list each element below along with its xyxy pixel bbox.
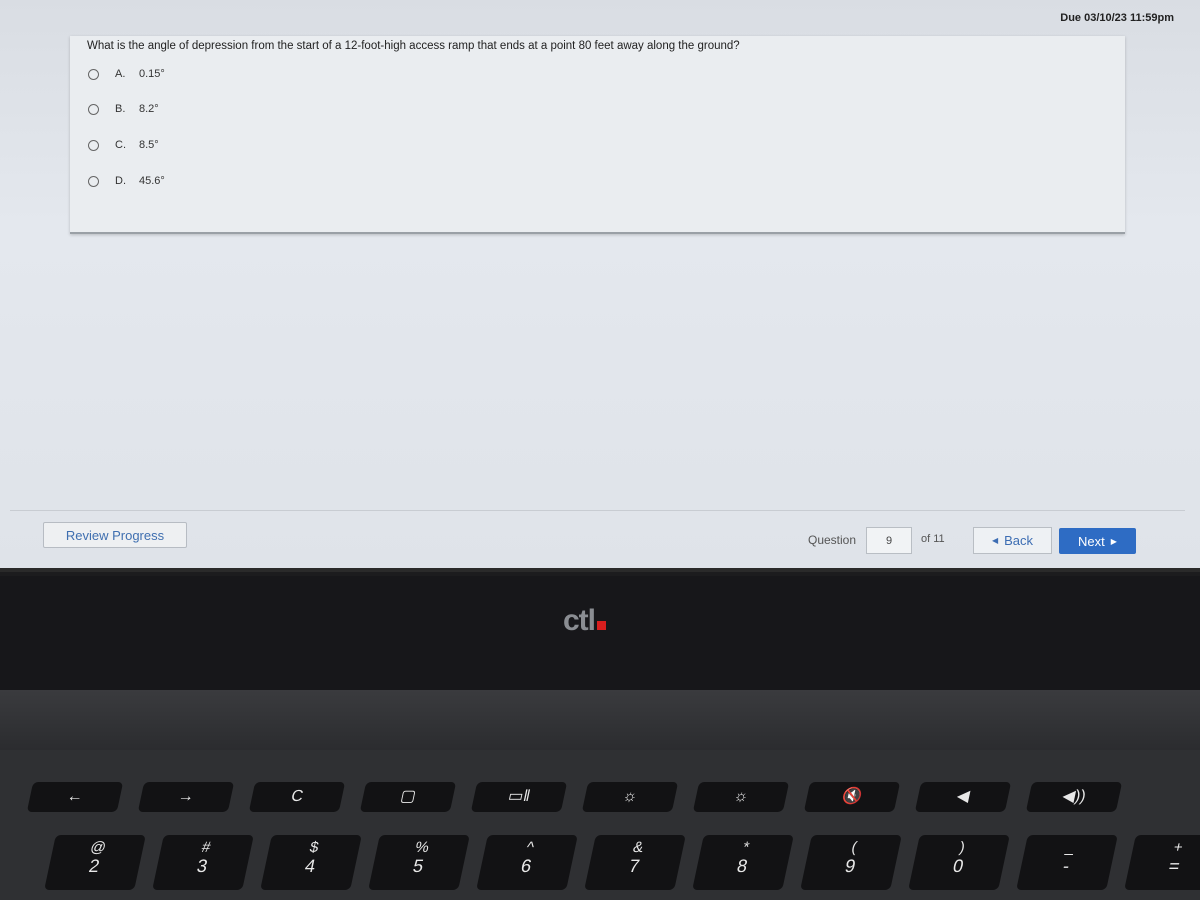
option-d[interactable]: D. 45.6° [88, 175, 165, 187]
key-shift-label: ) [957, 839, 967, 856]
function-key[interactable]: ◀)) [1025, 782, 1123, 812]
number-key[interactable]: #3 [152, 835, 254, 890]
key-shift-label: @ [88, 839, 108, 856]
number-key[interactable]: _ - [1016, 835, 1118, 890]
radio-icon[interactable] [88, 103, 99, 115]
logo-red-square [597, 621, 607, 630]
key-shift-label: + [1171, 839, 1185, 856]
screen: Due 03/10/23 11:59pm What is the angle o… [0, 0, 1200, 572]
number-key[interactable]: % 5 [368, 835, 470, 890]
caret-right-icon: ▶ [1110, 536, 1117, 546]
hinge [0, 690, 1200, 750]
question-total: of 11 [921, 533, 945, 545]
caret-left-icon: ◀ [991, 536, 999, 545]
option-value: 45.6° [139, 175, 165, 187]
number-key[interactable]: + = [1124, 835, 1200, 890]
question-text: What is the angle of depression from the… [87, 40, 740, 52]
number-key[interactable]: $4 [260, 835, 362, 890]
key-shift-label: # [200, 839, 213, 856]
back-label: Back [1004, 533, 1034, 548]
question-card: What is the angle of depression from the… [70, 36, 1125, 234]
number-key[interactable]: ) 0 [908, 835, 1010, 890]
key-label: 0 [951, 856, 966, 876]
option-a[interactable]: A. 0.15° [88, 68, 165, 80]
key-label: 7 [627, 856, 642, 876]
next-button[interactable]: Next ▶ [1059, 528, 1136, 554]
key-label: - [1061, 856, 1072, 876]
key-shift-label: * [741, 839, 751, 856]
footer-divider [10, 510, 1185, 511]
option-c[interactable]: C. 8.5° [88, 139, 159, 151]
radio-icon[interactable] [88, 139, 99, 151]
option-letter: A. [115, 68, 126, 80]
key-label: 8 [735, 856, 750, 876]
question-label: Question [808, 533, 857, 547]
number-key[interactable]: * 8 [692, 835, 794, 890]
review-progress-button[interactable]: Review Progress [43, 522, 187, 548]
option-value: 8.5° [139, 139, 159, 151]
option-letter: C. [115, 139, 126, 151]
function-key[interactable]: ☼ [581, 782, 679, 812]
function-key[interactable]: ▭‖ [470, 782, 568, 812]
back-button[interactable]: ◀ Back [973, 527, 1052, 554]
option-letter: D. [115, 175, 126, 187]
key-shift-label: & [631, 839, 645, 856]
radio-icon[interactable] [88, 175, 99, 187]
option-b[interactable]: B. 8.2° [88, 103, 159, 115]
radio-icon[interactable] [88, 68, 99, 80]
function-key[interactable]: 🔇 [803, 782, 901, 812]
logo-text: ctl [563, 604, 596, 637]
option-value: 0.15° [139, 68, 165, 80]
function-key[interactable]: ☼ [692, 782, 790, 812]
function-key[interactable]: ◀ [914, 782, 1012, 812]
number-key[interactable]: (9 [800, 835, 902, 890]
key-label: 5 [411, 856, 426, 876]
key-label: 2 [87, 856, 102, 876]
key-label: 9 [843, 856, 858, 876]
option-letter: B. [115, 103, 126, 115]
key-label: 3 [195, 856, 210, 876]
due-date: Due 03/10/23 11:59pm [1060, 12, 1174, 24]
function-key[interactable]: → [137, 782, 235, 812]
number-key[interactable]: ^ 6 [476, 835, 578, 890]
question-number-input[interactable]: 9 [866, 527, 912, 554]
function-key[interactable]: C [248, 782, 346, 812]
number-key[interactable]: @2 [44, 835, 146, 890]
key-shift-label: ^ [524, 839, 536, 856]
key-label: = [1166, 856, 1182, 876]
function-key[interactable]: ← [26, 782, 124, 812]
option-value: 8.2° [139, 103, 159, 115]
key-shift-label: _ [1064, 839, 1077, 856]
key-shift-label: $ [308, 839, 321, 856]
key-shift-label: ( [849, 839, 859, 856]
brand-logo: ctl [563, 604, 607, 638]
key-shift-label: % [413, 839, 431, 856]
function-key[interactable]: ▢ [359, 782, 457, 812]
key-label: 4 [303, 856, 318, 876]
number-key[interactable]: & 7 [584, 835, 686, 890]
next-label: Next [1078, 533, 1105, 549]
key-label: 6 [519, 856, 534, 876]
